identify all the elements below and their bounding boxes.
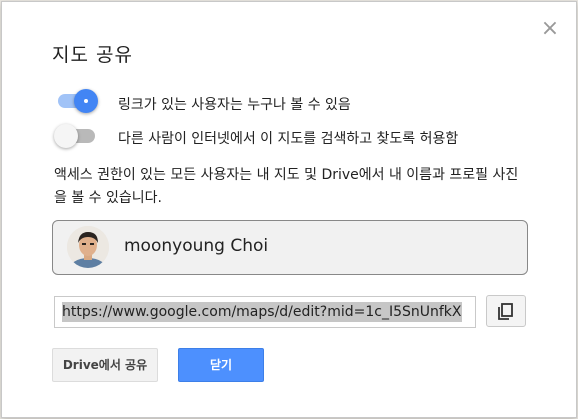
copy-link-button[interactable] xyxy=(486,295,526,327)
copy-icon xyxy=(498,303,513,320)
public-search-toggle[interactable] xyxy=(54,124,95,148)
public-search-label: 다른 사람이 인터넷에서 이 지도를 검색하고 찾도록 허용함 xyxy=(118,131,459,147)
close-icon[interactable]: × xyxy=(540,18,560,40)
toggle-knob xyxy=(74,89,98,113)
dialog-title: 지도 공유 xyxy=(52,44,133,66)
user-avatar xyxy=(67,226,109,268)
close-button[interactable]: 닫기 xyxy=(178,348,264,382)
toggle-knob xyxy=(54,124,78,148)
share-link-text: https://www.google.com/maps/d/edit?mid=1… xyxy=(62,302,462,322)
access-description: 액세스 권한이 있는 모든 사용자는 내 지도 및 Drive에서 내 이름과 … xyxy=(54,167,519,206)
share-link-input[interactable]: https://www.google.com/maps/d/edit?mid=1… xyxy=(54,296,476,328)
share-in-drive-button[interactable]: Drive에서 공유 xyxy=(52,348,158,382)
user-name: moonyoung Choi xyxy=(124,236,269,256)
link-sharing-toggle[interactable] xyxy=(58,89,98,113)
user-card: moonyoung Choi xyxy=(52,220,528,275)
share-map-dialog: × 지도 공유 링크가 있는 사용자는 누구나 볼 수 있음 다른 사람이 인터… xyxy=(2,2,576,417)
link-sharing-label: 링크가 있는 사용자는 누구나 볼 수 있음 xyxy=(118,97,351,113)
